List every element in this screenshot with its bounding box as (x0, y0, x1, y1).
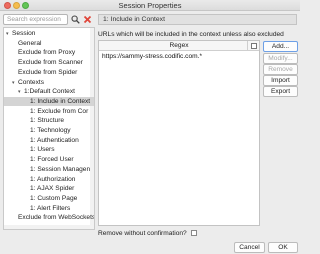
remove-button[interactable]: Remove (263, 64, 298, 75)
regex-column-header[interactable]: Regex (99, 41, 259, 51)
tree-item-label: 1: AJAX Spider (30, 185, 75, 193)
tree-item[interactable]: 1: Structure (24, 116, 64, 125)
column-divider (247, 41, 248, 51)
search-icon[interactable] (70, 14, 81, 25)
tree-item[interactable]: 1: Users (24, 145, 55, 154)
tree-item-label: 1:Default Context (24, 88, 75, 96)
tree-item[interactable]: Exclude from Spider (12, 68, 77, 77)
tree-item-label: 1: Exclude from Cor (30, 107, 89, 115)
title-bar: Session Properties (0, 0, 300, 11)
tree-vertical-scrollbar[interactable] (90, 28, 94, 229)
tree-item-label: Exclude from Proxy (18, 49, 76, 57)
tree-item[interactable]: ▾ Contexts (12, 78, 44, 87)
tree-item-label: Session (12, 30, 36, 37)
add-button[interactable]: Add... (263, 41, 298, 52)
tree-item[interactable]: 1: Include in Context (24, 97, 90, 106)
tree-item[interactable]: Exclude from Proxy (12, 48, 75, 57)
tree-item[interactable]: 1: AJAX Spider (24, 184, 74, 193)
tree-item[interactable]: 1: Exclude from Cor (24, 107, 88, 116)
tree-search (3, 14, 95, 25)
tree-item[interactable]: 1: Authentication (24, 136, 79, 145)
export-button[interactable]: Export (263, 86, 298, 97)
tree-item-label: 1: Custom Page (30, 194, 78, 202)
tree-item-label: 1: Structure (30, 117, 65, 125)
tree-item[interactable]: 1: Alert Filters (24, 204, 70, 213)
tree-horizontal-scrollbar[interactable] (4, 225, 94, 229)
remove-confirm-label: Remove without confirmation? (98, 230, 187, 237)
tree-item-label: 1: Include in Context (30, 97, 91, 105)
tree-item-label: 1: Authorization (30, 175, 76, 183)
tree-item[interactable]: General (12, 39, 41, 48)
tree-item[interactable]: 1: Custom Page (24, 194, 77, 203)
column-select-checkbox[interactable] (251, 43, 257, 49)
table-row[interactable]: https://sammy-stress.codific.com.* (102, 53, 202, 60)
tree-item[interactable]: 1: Forced User (24, 155, 74, 164)
tree-item[interactable]: 1: Session Managen (24, 165, 90, 174)
tree-item[interactable]: 1: Technology (24, 126, 71, 135)
panel-description: URLs which will be included in the conte… (98, 31, 284, 38)
panel-header-title: 1: Include in Context (103, 16, 165, 23)
panel-header: 1: Include in Context (98, 14, 297, 25)
remove-confirm-option: Remove without confirmation? (98, 230, 197, 237)
tree-item-label: 1: Users (30, 146, 55, 154)
tree-item-label: General (18, 39, 42, 47)
tree-item-label: 1: Session Managen (30, 165, 91, 173)
tree-item-label: Contexts (18, 78, 45, 86)
cancel-button[interactable]: Cancel (234, 242, 265, 253)
clear-search-icon[interactable] (82, 14, 93, 25)
tree-item[interactable]: ▾ Session (6, 29, 35, 38)
tree-item-label: Exclude from Scanner (18, 59, 83, 67)
tree-item[interactable]: 1: Authorization (24, 175, 75, 184)
tree-item-label: Exclude from WebSockets (18, 214, 95, 222)
regex-column-label: Regex (169, 42, 189, 49)
modify-button[interactable]: Modify... (263, 53, 298, 64)
tree-item-label: Exclude from Spider (18, 68, 78, 76)
import-button[interactable]: Import (263, 75, 298, 86)
remove-confirm-checkbox[interactable] (190, 230, 197, 236)
tree-item[interactable]: Exclude from Scanner (12, 58, 83, 67)
tree-item-label: 1: Alert Filters (30, 204, 71, 212)
search-input[interactable] (3, 14, 68, 25)
tree-item[interactable]: ▾ 1:Default Context (18, 87, 75, 96)
window-title: Session Properties (118, 1, 182, 10)
tree-item-label: 1: Technology (30, 127, 71, 134)
regex-table: Regex https://sammy-stress.codific.com.* (98, 40, 260, 226)
tree-item-label: 1: Authentication (30, 136, 79, 144)
session-tree: ▾ Session General Exclude from Proxy Exclude… (3, 27, 95, 230)
tree-item-label: 1: Forced User (30, 156, 74, 164)
tree-item[interactable]: Exclude from WebSockets (12, 213, 95, 222)
ok-button[interactable]: OK (268, 242, 298, 253)
